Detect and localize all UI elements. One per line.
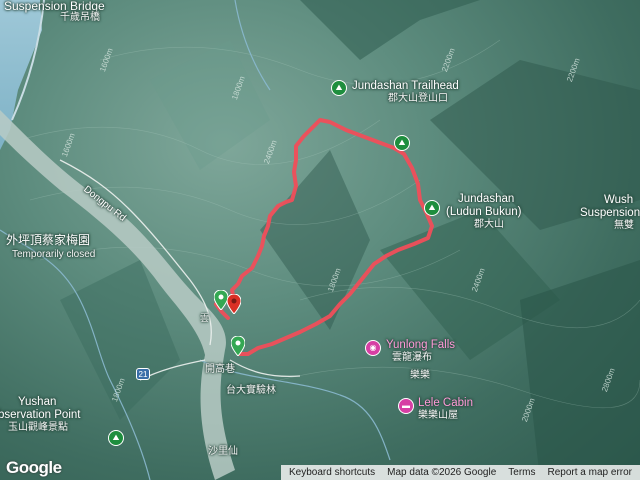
viewpoint-icon[interactable]: ⛰ bbox=[108, 430, 124, 446]
attribution-bar: Keyboard shortcuts Map data ©2026 Google… bbox=[280, 465, 640, 480]
end-marker-icon[interactable] bbox=[227, 294, 241, 314]
place-label-yushan[interactable]: Yushan bbox=[18, 396, 56, 408]
place-label-suspension-bridge[interactable]: Suspension Bridge bbox=[4, 0, 105, 12]
place-label-jundashan-zh[interactable]: 郡大山 bbox=[474, 219, 504, 231]
camera-icon[interactable]: ◉ bbox=[365, 340, 381, 356]
place-label-jundashan[interactable]: Jundashan bbox=[458, 193, 514, 205]
place-label-trailhead[interactable]: Jundashan Trailhead bbox=[352, 80, 459, 92]
start-marker-icon[interactable] bbox=[214, 290, 228, 310]
place-label-lele[interactable]: 樂樂 bbox=[410, 370, 430, 382]
place-label-yushan-zh[interactable]: 玉山觀峰景點 bbox=[8, 422, 68, 434]
place-label-ludun-bukun[interactable]: (Ludun Bukun) bbox=[446, 206, 521, 218]
place-label-lele-cabin-zh[interactable]: 樂樂山屋 bbox=[418, 410, 458, 422]
place-label-shalixian[interactable]: 沙里仙 bbox=[208, 446, 238, 458]
place-label-small: 雲 bbox=[200, 313, 210, 323]
trailhead-icon[interactable]: ⛰ bbox=[331, 80, 347, 96]
place-label-yunlong-falls[interactable]: Yunlong Falls bbox=[386, 339, 455, 351]
place-label-yunlong-falls-zh[interactable]: 雲龍瀑布 bbox=[392, 352, 432, 364]
place-label-plum-garden[interactable]: 外坪頂蔡家梅園 bbox=[6, 234, 90, 246]
place-label-observation-point[interactable]: bservation Point bbox=[0, 409, 80, 421]
terms-link[interactable]: Terms bbox=[502, 467, 541, 478]
waypoint-marker-icon[interactable] bbox=[231, 336, 245, 356]
place-label-wush-suspension[interactable]: Suspension bbox=[580, 207, 640, 219]
hiking-icon[interactable]: ⛰ bbox=[394, 135, 410, 151]
peak-icon[interactable]: ⛰ bbox=[424, 200, 440, 216]
keyboard-shortcuts-link[interactable]: Keyboard shortcuts bbox=[283, 467, 381, 478]
google-logo: Google bbox=[6, 458, 62, 477]
place-label-qianzui-bridge[interactable]: 千歲吊橋 bbox=[60, 12, 100, 24]
map-data-text: Map data ©2026 Google bbox=[387, 467, 497, 478]
place-label-lele-cabin[interactable]: Lele Cabin bbox=[418, 397, 473, 409]
bed-icon[interactable]: ▬ bbox=[398, 398, 414, 414]
place-label-wush[interactable]: Wush bbox=[604, 194, 633, 206]
route-shield-21[interactable]: 21 bbox=[136, 368, 150, 380]
place-label-kaigao[interactable]: 開高巷 bbox=[205, 364, 235, 376]
place-label-wush-zh[interactable]: 無雙 bbox=[614, 220, 634, 232]
route-layer bbox=[214, 118, 434, 356]
place-status-closed: Temporarily closed bbox=[12, 249, 96, 260]
place-label-ntu-forest[interactable]: 台大實驗林 bbox=[226, 385, 276, 397]
place-label-trailhead-zh[interactable]: 郡大山登山口 bbox=[388, 93, 448, 105]
hike-route[interactable] bbox=[214, 118, 434, 356]
map-canvas[interactable]: 1600m 1600m 1800m 2400m 2200m 2200m 1800… bbox=[0, 0, 640, 480]
report-error-link[interactable]: Report a map error bbox=[542, 467, 638, 478]
